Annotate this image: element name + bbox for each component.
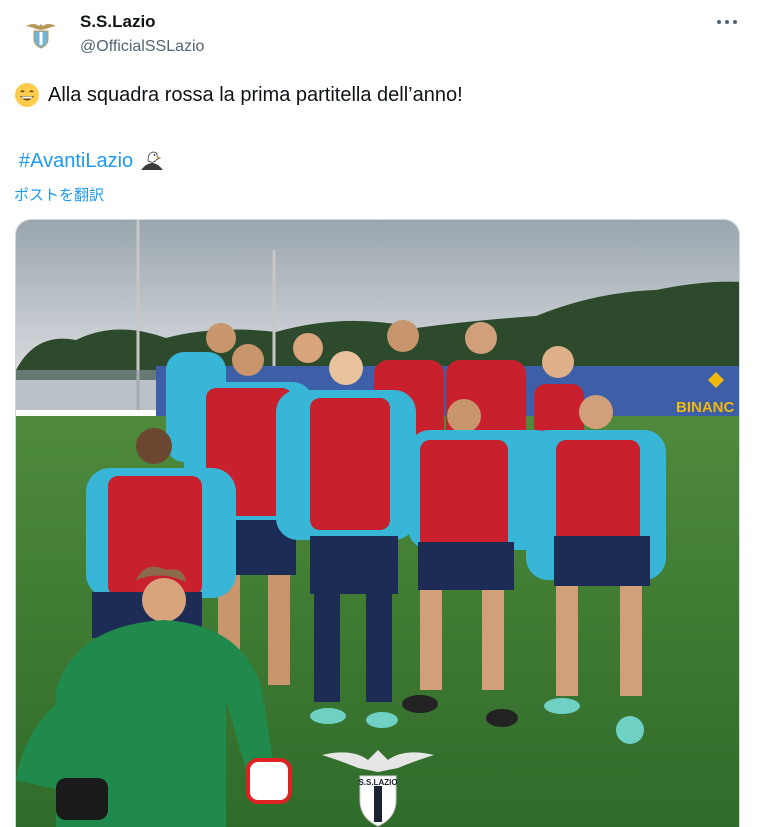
eagle-crest-icon bbox=[26, 24, 56, 49]
more-options-icon bbox=[717, 20, 737, 24]
tweet-body: Alla squadra rossa la prima partitella d… bbox=[48, 83, 463, 106]
avatar[interactable] bbox=[22, 14, 60, 52]
translate-post-link[interactable]: ポストを翻訳 bbox=[14, 184, 104, 205]
more-options-button[interactable] bbox=[712, 8, 742, 36]
grinning-face-icon bbox=[15, 83, 39, 107]
tweet-photo[interactable]: BINANC S.S.LAZIO bbox=[15, 219, 740, 827]
banner-text: BINANC bbox=[676, 399, 734, 416]
author-name[interactable]: S.S.Lazio bbox=[80, 12, 156, 32]
hashtag-link[interactable]: #AvantiLazio bbox=[19, 150, 133, 173]
hashtag-row: #AvantiLazio bbox=[19, 148, 165, 174]
crest-text: S.S.LAZIO bbox=[358, 778, 397, 787]
author-handle[interactable]: @OfficialSSLazio bbox=[80, 38, 204, 56]
team-photo: BINANC S.S.LAZIO bbox=[16, 220, 739, 827]
eagle-icon bbox=[141, 151, 164, 170]
tweet-text: Alla squadra rossa la prima partitella d… bbox=[14, 82, 463, 108]
